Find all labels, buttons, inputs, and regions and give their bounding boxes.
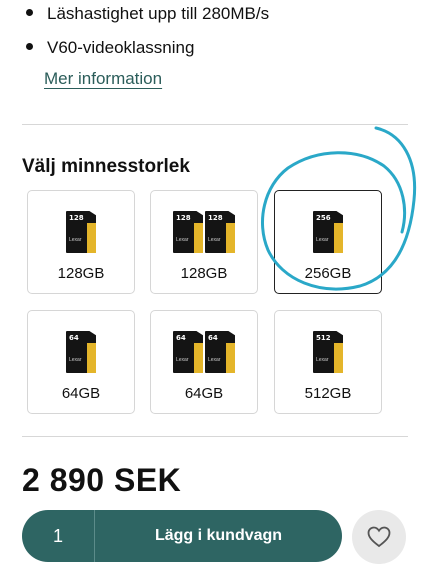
size-option-label: 64GB bbox=[184, 385, 224, 402]
heart-icon bbox=[367, 526, 391, 548]
section-title: Välj minnesstorlek bbox=[22, 156, 190, 177]
card-capacity-text: 64 bbox=[208, 334, 218, 342]
card-stripe bbox=[334, 223, 343, 253]
sd-card-icon: 128 Lexar bbox=[66, 211, 96, 253]
wishlist-button[interactable] bbox=[352, 510, 406, 564]
product-image: 512 Lexar bbox=[275, 331, 381, 375]
divider bbox=[22, 124, 408, 125]
card-capacity-text: 128 bbox=[208, 214, 223, 222]
product-image: 128 Lexar bbox=[28, 211, 134, 255]
size-option-128gb[interactable]: 128 Lexar 128 Lexar 128GB bbox=[150, 190, 258, 294]
size-option-label: 512GB bbox=[304, 385, 352, 402]
card-stripe bbox=[87, 343, 96, 373]
size-option-label: 64GB bbox=[61, 385, 101, 402]
sd-card-icon: 256 Lexar bbox=[313, 211, 343, 253]
card-brand-text: Lexar bbox=[208, 237, 221, 243]
price: 2 890 SEK bbox=[22, 462, 182, 498]
add-to-cart-button[interactable]: Lägg i kundvagn bbox=[95, 510, 342, 562]
sd-card-icon: 64 Lexar bbox=[66, 331, 96, 373]
card-brand-text: Lexar bbox=[176, 237, 189, 243]
card-capacity-text: 512 bbox=[316, 334, 331, 342]
size-option-label: 256GB bbox=[304, 265, 352, 282]
feature-item: Läshastighet upp till 280MB/s bbox=[26, 4, 269, 24]
size-option-label: 128GB bbox=[180, 265, 228, 282]
product-image: 128 Lexar 128 Lexar bbox=[151, 211, 257, 255]
sd-card-icon: 128 Lexar bbox=[173, 211, 203, 253]
size-option-512gb[interactable]: 512 Lexar 512GB bbox=[274, 310, 382, 414]
card-stripe bbox=[226, 343, 235, 373]
more-information-link[interactable]: Mer information bbox=[44, 69, 162, 89]
add-to-cart-bar: 1 Lägg i kundvagn bbox=[22, 510, 342, 562]
size-option-128gb[interactable]: 128 Lexar 128GB bbox=[27, 190, 135, 294]
card-stripe bbox=[87, 223, 96, 253]
sd-card-icon: 512 Lexar bbox=[313, 331, 343, 373]
size-option-64gb[interactable]: 64 Lexar 64 Lexar 64GB bbox=[150, 310, 258, 414]
size-option-64gb[interactable]: 64 Lexar 64GB bbox=[27, 310, 135, 414]
card-stripe bbox=[334, 343, 343, 373]
feature-item: V60-videoklassning bbox=[26, 38, 194, 58]
sd-card-icon: 64 Lexar bbox=[205, 331, 235, 373]
sd-card-icon: 128 Lexar bbox=[205, 211, 235, 253]
card-brand-text: Lexar bbox=[316, 237, 329, 243]
product-image: 64 Lexar 64 Lexar bbox=[151, 331, 257, 375]
size-option-label: 128GB bbox=[57, 265, 105, 282]
card-stripe bbox=[194, 223, 203, 253]
card-capacity-text: 128 bbox=[69, 214, 84, 222]
card-brand-text: Lexar bbox=[208, 357, 221, 363]
card-capacity-text: 128 bbox=[176, 214, 191, 222]
size-option-256gb[interactable]: 256 Lexar 256GB bbox=[274, 190, 382, 294]
divider bbox=[22, 436, 408, 437]
product-image: 256 Lexar bbox=[275, 211, 381, 255]
card-capacity-text: 64 bbox=[176, 334, 186, 342]
bullet-icon bbox=[26, 9, 33, 17]
quantity-input[interactable]: 1 bbox=[22, 510, 94, 562]
sd-card-icon: 64 Lexar bbox=[173, 331, 203, 373]
card-brand-text: Lexar bbox=[69, 237, 82, 243]
card-stripe bbox=[194, 343, 203, 373]
card-stripe bbox=[226, 223, 235, 253]
card-brand-text: Lexar bbox=[69, 357, 82, 363]
card-brand-text: Lexar bbox=[316, 357, 329, 363]
card-brand-text: Lexar bbox=[176, 357, 189, 363]
bullet-icon bbox=[26, 43, 33, 51]
card-capacity-text: 256 bbox=[316, 214, 331, 222]
product-image: 64 Lexar bbox=[28, 331, 134, 375]
card-capacity-text: 64 bbox=[69, 334, 79, 342]
